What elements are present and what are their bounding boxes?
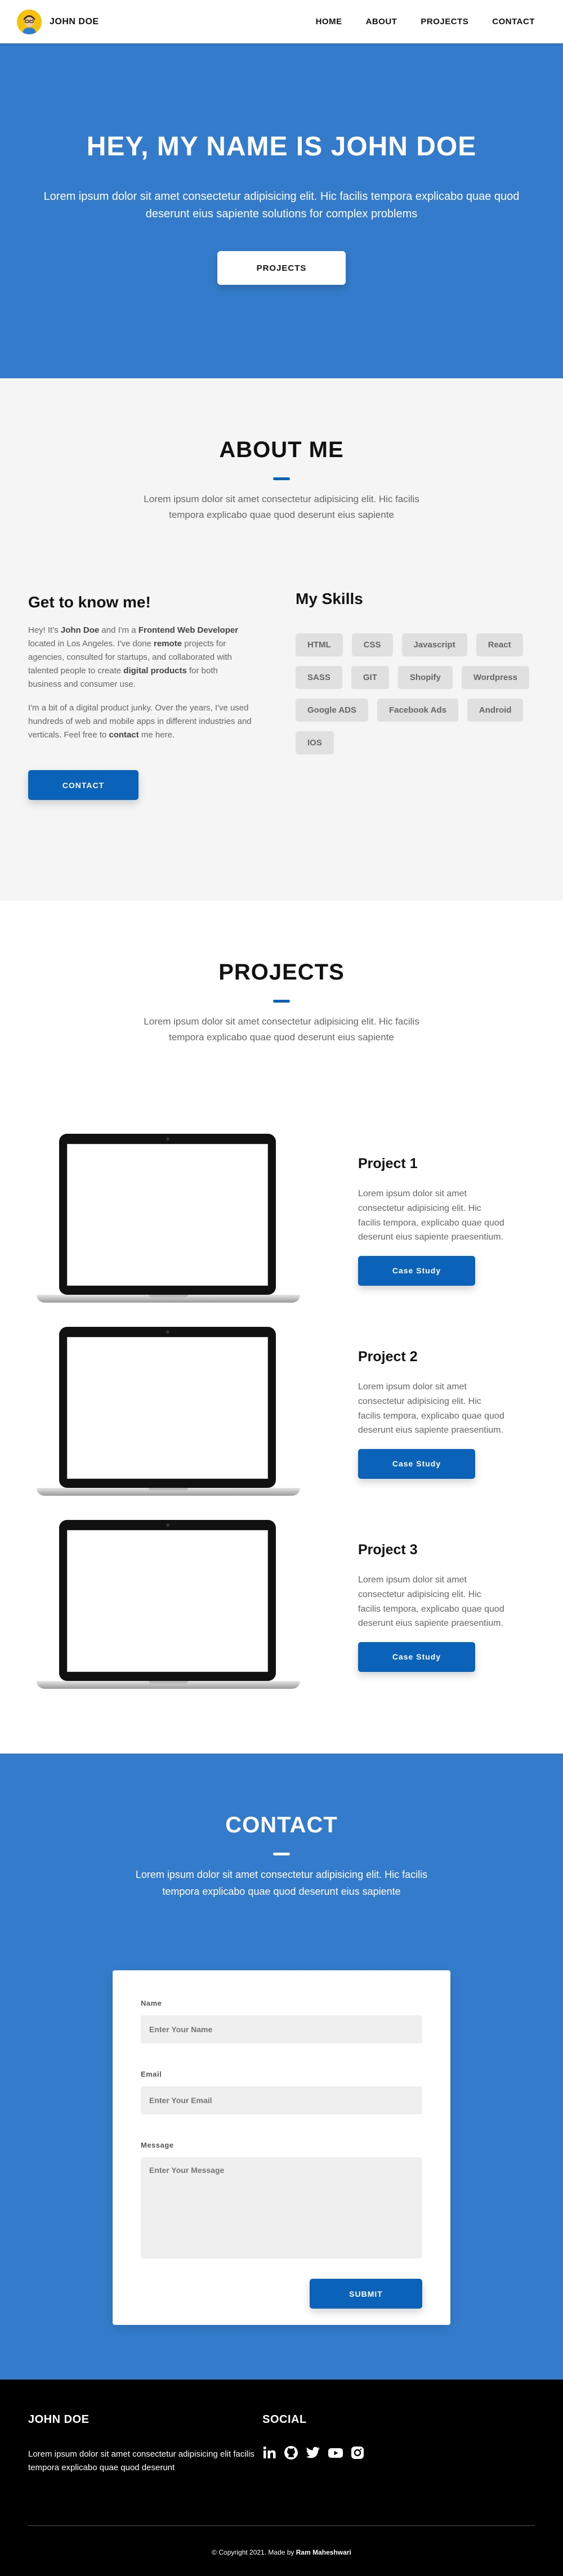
message-textarea[interactable] xyxy=(141,2157,422,2259)
skills-heading: My Skills xyxy=(296,590,363,608)
footer-social-heading: SOCIAL xyxy=(262,2413,307,2426)
contact-subtitle: Lorem ipsum dolor sit amet consectetur a… xyxy=(135,1869,428,1897)
title-underline xyxy=(273,477,290,480)
nav-home[interactable]: HOME xyxy=(316,17,342,26)
nav-contact[interactable]: CONTACT xyxy=(492,17,535,26)
about-section: ABOUT ME Lorem ipsum dolor sit amet cons… xyxy=(0,378,563,901)
title-underline xyxy=(273,1000,290,1003)
hero-section: HEY, MY NAME IS JOHN DOE Lorem ipsum dol… xyxy=(0,43,563,378)
footer-columns: JOHN DOE Lorem ipsum dolor sit amet cons… xyxy=(28,2413,535,2475)
laptop-image xyxy=(37,1133,300,1308)
avatar xyxy=(17,9,42,34)
skill-badge: Facebook Ads xyxy=(377,699,458,722)
twitter-icon[interactable] xyxy=(305,2445,321,2463)
projects-subtitle: Lorem ipsum dolor sit amet consectetur a… xyxy=(144,1016,419,1043)
skill-badge: React xyxy=(476,633,523,657)
brand-name: JOHN DOE xyxy=(50,16,99,26)
name-input[interactable] xyxy=(141,2015,422,2044)
case-study-button[interactable]: Case Study xyxy=(358,1255,475,1286)
contact-title: CONTACT xyxy=(225,1813,338,1837)
project-description: Lorem ipsum dolor sit amet consectetur a… xyxy=(358,1575,504,1629)
project-description: Lorem ipsum dolor sit amet consectetur a… xyxy=(358,1189,504,1242)
skill-badge: SASS xyxy=(296,666,342,690)
project-title: Project 1 xyxy=(358,1156,418,1172)
nav-about[interactable]: ABOUT xyxy=(366,17,397,26)
footer-about: JOHN DOE Lorem ipsum dolor sit amet cons… xyxy=(28,2413,262,2475)
skill-badge: Android xyxy=(467,699,524,722)
about-title: ABOUT ME xyxy=(219,437,344,462)
about-intro-paragraph-2: I'm a bit of a digital product junky. Ov… xyxy=(28,703,252,740)
copyright: © Copyright 2021. Made by Ram Maheshwari xyxy=(212,2548,351,2556)
contact-form: Name Email Message SUBMIT xyxy=(113,1970,450,2325)
social-icons xyxy=(262,2445,535,2463)
skill-badge: GIT xyxy=(351,666,389,690)
project-card: Project 3 Lorem ipsum dolor sit amet con… xyxy=(0,1510,563,1703)
submit-button[interactable]: SUBMIT xyxy=(310,2279,422,2309)
title-underline xyxy=(273,1853,290,1855)
hero-title: HEY, MY NAME IS JOHN DOE xyxy=(86,132,477,162)
contact-button[interactable]: CONTACT xyxy=(28,770,138,800)
project-list: Project 1 Lorem ipsum dolor sit amet con… xyxy=(0,1124,563,1703)
projects-button[interactable]: PROJECTS xyxy=(217,251,346,285)
skill-badge: Javascript xyxy=(401,633,467,657)
footer-divider xyxy=(28,2525,535,2526)
nav-projects[interactable]: PROJECTS xyxy=(421,17,468,26)
project-info: Project 1 Lorem ipsum dolor sit amet con… xyxy=(358,1156,504,1286)
author-link[interactable]: Ram Maheshwari xyxy=(296,2548,351,2556)
footer-brand-heading: JOHN DOE xyxy=(28,2413,90,2426)
projects-title: PROJECTS xyxy=(218,960,345,985)
project-info: Project 3 Lorem ipsum dolor sit amet con… xyxy=(358,1542,504,1672)
name-label: Name xyxy=(141,1999,162,2008)
email-input[interactable] xyxy=(141,2086,422,2115)
message-label: Message xyxy=(141,2141,174,2150)
skills-list: HTML CSS Javascript React SASS GIT Shopi… xyxy=(296,633,535,755)
skill-badge: Shopify xyxy=(397,666,453,690)
brand[interactable]: JOHN DOE xyxy=(17,9,99,34)
project-card: Project 2 Lorem ipsum dolor sit amet con… xyxy=(0,1317,563,1510)
about-columns: Get to know me! Hey! It's John Doe and I… xyxy=(0,590,563,800)
case-study-button[interactable]: Case Study xyxy=(358,1642,475,1672)
instagram-icon[interactable] xyxy=(350,2445,365,2463)
project-title: Project 2 xyxy=(358,1349,418,1365)
hero-subtitle: Lorem ipsum dolor sit amet consectetur a… xyxy=(43,190,520,220)
youtube-icon[interactable] xyxy=(328,2445,343,2463)
main-nav: HOME ABOUT PROJECTS CONTACT xyxy=(316,17,535,26)
project-title: Project 3 xyxy=(358,1542,418,1558)
project-description: Lorem ipsum dolor sit amet consectetur a… xyxy=(358,1382,504,1435)
about-subtitle: Lorem ipsum dolor sit amet consectetur a… xyxy=(144,494,419,521)
footer-brand-text: Lorem ipsum dolor sit amet consectetur a… xyxy=(28,2449,254,2472)
about-intro-heading: Get to know me! xyxy=(28,593,151,611)
skill-badge: IOS xyxy=(296,731,334,755)
skills-panel: My Skills HTML CSS Javascript React SASS… xyxy=(296,590,535,800)
footer-social: SOCIAL xyxy=(262,2413,535,2475)
about-intro-paragraph-1: Hey! It's John Doe and I'm a Frontend We… xyxy=(28,625,239,690)
project-card: Project 1 Lorem ipsum dolor sit amet con… xyxy=(0,1124,563,1317)
about-intro: Get to know me! Hey! It's John Doe and I… xyxy=(28,593,253,800)
site-header: JOHN DOE HOME ABOUT PROJECTS CONTACT xyxy=(0,0,563,43)
laptop-image xyxy=(37,1326,300,1501)
skill-badge: Google ADS xyxy=(296,699,368,722)
form-actions: SUBMIT xyxy=(141,2279,422,2309)
case-study-button[interactable]: Case Study xyxy=(358,1448,475,1479)
skill-badge: HTML xyxy=(296,633,343,657)
github-icon[interactable] xyxy=(284,2445,298,2463)
skill-badge: CSS xyxy=(351,633,393,657)
skill-badge: Wordpress xyxy=(461,666,529,690)
projects-section: PROJECTS Lorem ipsum dolor sit amet cons… xyxy=(0,901,563,1754)
laptop-image xyxy=(37,1519,300,1694)
email-label: Email xyxy=(141,2070,162,2079)
project-info: Project 2 Lorem ipsum dolor sit amet con… xyxy=(358,1349,504,1479)
site-footer: JOHN DOE Lorem ipsum dolor sit amet cons… xyxy=(0,2380,563,2576)
contact-section: CONTACT Lorem ipsum dolor sit amet conse… xyxy=(0,1754,563,2380)
linkedin-icon[interactable] xyxy=(262,2445,277,2463)
